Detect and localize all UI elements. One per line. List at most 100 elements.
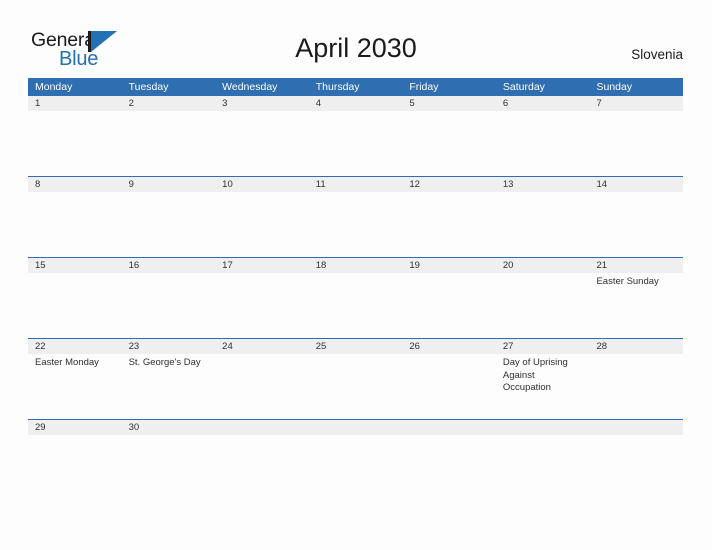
day-number: 25 — [315, 341, 327, 352]
calendar-day-cell[interactable]: 8 — [28, 177, 122, 257]
day-number: 17 — [222, 260, 233, 271]
day-number-band: 27 — [495, 339, 590, 354]
weekday-header-row: Monday Tuesday Wednesday Thursday Friday Satu… — [28, 78, 683, 96]
day-events — [215, 192, 309, 195]
holiday-label: Easter Monday — [35, 357, 99, 368]
day-number-band: 24 — [215, 339, 309, 354]
calendar-day-cell[interactable]: 2 — [121, 96, 216, 176]
day-events — [589, 354, 683, 357]
calendar-day-cell[interactable]: 28 — [589, 339, 684, 419]
calendar-day-cell[interactable]: 30 — [121, 420, 216, 446]
day-events — [28, 192, 122, 195]
day-events — [215, 273, 309, 276]
day-number: 21 — [596, 260, 608, 271]
day-events — [402, 273, 496, 276]
calendar-day-cell[interactable]: 20 — [495, 258, 590, 338]
day-events — [309, 354, 403, 357]
calendar-day-cell[interactable]: 29 — [28, 420, 122, 446]
calendar-day-cell[interactable]: 18 — [308, 258, 403, 338]
day-number-band: 2 — [121, 96, 216, 111]
day-events — [28, 273, 122, 276]
calendar-day-cell[interactable]: 22 Easter Monday — [28, 339, 122, 419]
day-number-band: 23 — [121, 339, 216, 354]
day-number: 14 — [596, 179, 608, 190]
calendar-weeks: 1 2 3 4 5 6 7 8 9 10 11 12 13 14 15 16 17 18 19 20 21 Easter … — [28, 96, 684, 446]
day-events — [402, 354, 496, 357]
weekday-header-friday: Friday — [409, 81, 439, 93]
calendar-day-cell[interactable]: 23 St. George's Day — [121, 339, 216, 419]
day-number: 3 — [222, 98, 228, 109]
day-events — [215, 435, 309, 438]
day-number: 11 — [315, 179, 326, 190]
day-events: St. George's Day — [122, 354, 216, 370]
calendar-day-cell[interactable]: 9 — [121, 177, 216, 257]
day-number-band: 9 — [121, 177, 216, 192]
calendar-day-cell[interactable]: 25 — [308, 339, 403, 419]
calendar-day-cell[interactable]: 4 — [308, 96, 403, 176]
day-number-band — [215, 420, 309, 435]
day-events — [589, 192, 683, 195]
calendar-day-cell[interactable]: 19 — [402, 258, 496, 338]
day-events — [28, 435, 122, 438]
day-number: 9 — [128, 179, 134, 190]
page-title: April 2030 — [295, 33, 417, 63]
calendar-day-cell[interactable]: 14 — [589, 177, 684, 257]
calendar-day-cell[interactable]: 15 — [28, 258, 122, 338]
calendar-week-row: 1 2 3 4 5 6 7 — [28, 96, 684, 176]
day-events — [309, 435, 403, 438]
calendar-day-cell-empty — [495, 420, 590, 446]
calendar-grid: Monday Tuesday Wednesday Thursday Friday Satu… — [28, 78, 684, 446]
day-number: 19 — [409, 260, 420, 271]
calendar-day-cell[interactable]: 3 — [215, 96, 309, 176]
day-number-band: 19 — [402, 258, 496, 273]
day-number-band — [589, 420, 684, 435]
day-number-band: 17 — [215, 258, 309, 273]
day-events — [122, 192, 216, 195]
calendar-day-cell[interactable]: 1 — [28, 96, 122, 176]
calendar-week-row: 15 16 17 18 19 20 21 Easter Sunday — [28, 257, 684, 338]
day-number-band — [402, 420, 496, 435]
day-number: 10 — [222, 179, 233, 190]
day-number: 27 — [502, 341, 514, 352]
day-number: 26 — [409, 341, 420, 352]
day-events — [496, 111, 590, 114]
calendar-day-cell-empty — [402, 420, 496, 446]
calendar-day-cell[interactable]: 12 — [402, 177, 496, 257]
weekday-header-saturday: Saturday — [502, 81, 545, 93]
calendar-week-row: 29 30 — [28, 419, 684, 446]
day-number-band: 1 — [28, 96, 122, 111]
day-events: Easter Sunday — [589, 273, 683, 289]
day-number-band: 14 — [589, 177, 684, 192]
calendar-day-cell-empty — [589, 420, 684, 446]
day-number-band: 4 — [308, 96, 403, 111]
calendar-page: General Blue April 2030 Slovenia Monday T… — [0, 0, 712, 550]
calendar-day-cell[interactable]: 10 — [215, 177, 309, 257]
day-number-band: 29 — [28, 420, 122, 435]
day-number: 20 — [502, 260, 514, 271]
day-number: 15 — [35, 260, 46, 271]
day-number-band: 12 — [402, 177, 496, 192]
day-events — [402, 435, 496, 438]
calendar-day-cell[interactable]: 24 — [215, 339, 309, 419]
day-events — [309, 192, 403, 195]
calendar-day-cell[interactable]: 5 — [402, 96, 496, 176]
calendar-day-cell[interactable]: 27 Day of Uprising Against Occupation — [495, 339, 590, 419]
calendar-day-cell[interactable]: 7 — [589, 96, 684, 176]
weekday-header-thursday: Thursday — [315, 81, 360, 93]
day-number: 6 — [502, 98, 509, 109]
calendar-day-cell[interactable]: 6 — [495, 96, 590, 176]
calendar-day-cell[interactable]: 17 — [215, 258, 309, 338]
calendar-day-cell[interactable]: 11 — [308, 177, 403, 257]
page-header: General Blue April 2030 Slovenia — [0, 0, 712, 78]
day-number-band: 13 — [495, 177, 590, 192]
day-events — [309, 273, 403, 276]
calendar-day-cell[interactable]: 21 Easter Sunday — [589, 258, 684, 338]
day-number: 24 — [222, 341, 233, 352]
day-events — [28, 111, 122, 114]
day-number: 16 — [128, 260, 140, 271]
calendar-day-cell[interactable]: 13 — [495, 177, 590, 257]
calendar-day-cell[interactable]: 16 — [121, 258, 216, 338]
day-events — [122, 435, 216, 438]
calendar-day-cell[interactable]: 26 — [402, 339, 496, 419]
weekday-header-tuesday: Tuesday — [128, 81, 169, 93]
